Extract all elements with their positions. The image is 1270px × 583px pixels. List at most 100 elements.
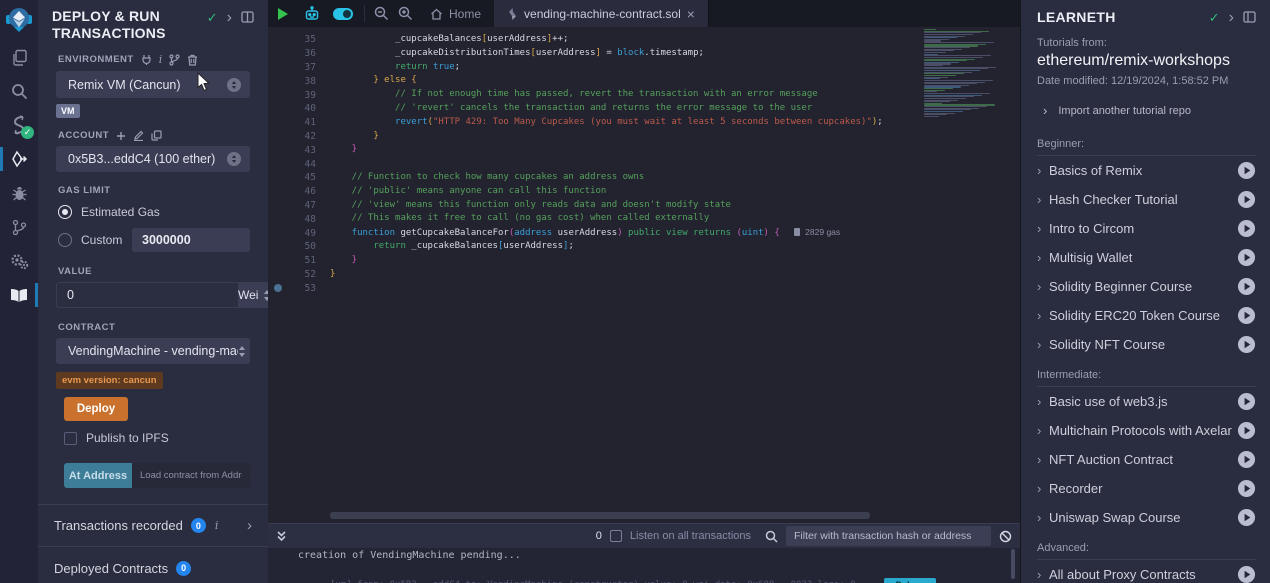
at-address-input[interactable] xyxy=(132,463,250,488)
git-icon[interactable] xyxy=(0,210,38,244)
expand-transactions-icon[interactable] xyxy=(247,517,252,534)
code-line[interactable]: 41 revert("HTTP 429: Too Many Cupcakes (… xyxy=(268,116,883,130)
code-line[interactable]: 38 } else { xyxy=(268,74,883,88)
plug-icon[interactable] xyxy=(141,54,152,65)
tutorial-item[interactable]: ›NFT Auction Contract xyxy=(1037,445,1256,474)
add-account-icon[interactable] xyxy=(116,131,126,141)
play-tutorial-button[interactable] xyxy=(1237,565,1256,583)
play-tutorial-button[interactable] xyxy=(1237,161,1256,180)
transactions-recorded-row[interactable]: Transactions recorded 0 i xyxy=(38,505,268,547)
breakpoint-gutter[interactable] xyxy=(268,130,294,144)
breakpoint-gutter[interactable] xyxy=(268,185,294,199)
breakpoint-gutter[interactable] xyxy=(268,61,294,75)
breakpoint-gutter[interactable] xyxy=(268,88,294,102)
code-line[interactable]: 46 // 'public' means anyone can call thi… xyxy=(268,185,883,199)
code-line[interactable]: 45 // Function to check how many cupcake… xyxy=(268,171,883,185)
code-line[interactable]: 48 // This makes it free to call (no gas… xyxy=(268,212,883,226)
tutorial-item[interactable]: ›Intro to Circom xyxy=(1037,214,1256,243)
play-tutorial-button[interactable] xyxy=(1237,392,1256,411)
debug-button[interactable]: Debug xyxy=(884,578,936,583)
ai-assistant-icon[interactable] xyxy=(298,0,326,27)
learneth-icon[interactable] xyxy=(0,278,38,312)
custom-gas-radio[interactable] xyxy=(58,233,72,247)
settings-icon[interactable] xyxy=(0,244,38,278)
breakpoint-gutter[interactable] xyxy=(268,281,294,295)
copilot-toggle[interactable] xyxy=(326,0,360,27)
breakpoint-gutter[interactable] xyxy=(268,240,294,254)
terminal-filter-input[interactable] xyxy=(786,526,991,546)
play-tutorial-button[interactable] xyxy=(1237,190,1256,209)
code-line[interactable]: 50 return _cupcakeBalances[userAddress]; xyxy=(268,240,883,254)
tutorial-item[interactable]: ›Uniswap Swap Course xyxy=(1037,503,1256,532)
transaction-log-line[interactable]: [vm] from: 0x5B3...eddC4 to: VendingMach… xyxy=(330,578,936,583)
code-line[interactable]: 49 function getCupcakeBalanceFor(address… xyxy=(268,226,883,240)
tab-file[interactable]: vending-machine-contract.sol xyxy=(494,0,709,27)
estimated-gas-radio[interactable] xyxy=(58,205,72,219)
code-line[interactable]: 42 } xyxy=(268,130,883,144)
pin-panel-icon[interactable] xyxy=(1243,11,1256,25)
code-line[interactable]: 53 xyxy=(268,281,883,295)
tutorial-item[interactable]: ›Basics of Remix xyxy=(1037,156,1256,185)
breakpoint-gutter[interactable] xyxy=(268,199,294,213)
import-tutorial-repo[interactable]: Import another tutorial repo xyxy=(1043,103,1256,118)
play-tutorial-button[interactable] xyxy=(1237,508,1256,527)
breakpoint-gutter[interactable] xyxy=(268,254,294,268)
environment-info-icon[interactable]: i xyxy=(159,53,163,66)
remix-logo[interactable] xyxy=(0,0,38,40)
zoom-out-icon[interactable] xyxy=(369,0,393,27)
breakpoint-gutter[interactable] xyxy=(268,33,294,47)
code-line[interactable]: 44 xyxy=(268,157,883,171)
play-tutorial-button[interactable] xyxy=(1237,306,1256,325)
breakpoint-gutter[interactable] xyxy=(268,116,294,130)
tutorial-item[interactable]: ›Solidity ERC20 Token Course xyxy=(1037,301,1256,330)
horizontal-scrollbar[interactable] xyxy=(330,512,870,519)
breakpoint-gutter[interactable] xyxy=(268,157,294,171)
code-line[interactable]: 40 // 'revert' cancels the transaction a… xyxy=(268,102,883,116)
at-address-button[interactable]: At Address xyxy=(64,463,132,488)
play-tutorial-button[interactable] xyxy=(1237,277,1256,296)
tutorial-item[interactable]: ›Multisig Wallet xyxy=(1037,243,1256,272)
editor-minimap[interactable] xyxy=(920,27,1012,117)
tutorial-item[interactable]: ›Solidity NFT Course xyxy=(1037,330,1256,359)
breakpoint-gutter[interactable] xyxy=(268,47,294,61)
contract-select[interactable]: VendingMachine - vending-machin xyxy=(56,338,250,364)
breakpoint-gutter[interactable] xyxy=(268,212,294,226)
code-line[interactable]: 47 // 'view' means this function only re… xyxy=(268,199,883,213)
tutorial-item[interactable]: ›Recorder xyxy=(1037,474,1256,503)
close-tab-icon[interactable] xyxy=(687,6,695,22)
play-tutorial-button[interactable] xyxy=(1237,219,1256,238)
tutorial-item[interactable]: ›Basic use of web3.js xyxy=(1037,387,1256,416)
collapse-panel-icon[interactable] xyxy=(227,11,232,24)
play-tutorial-button[interactable] xyxy=(1237,450,1256,469)
play-tutorial-button[interactable] xyxy=(1237,421,1256,440)
environment-select[interactable]: Remix VM (Cancun) xyxy=(56,71,250,98)
breakpoint-gutter[interactable] xyxy=(268,102,294,116)
expand-terminal-icon[interactable] xyxy=(276,530,287,542)
transactions-info-icon[interactable]: i xyxy=(215,519,219,532)
play-tutorial-button[interactable] xyxy=(1237,335,1256,354)
deployed-contracts-row[interactable]: Deployed Contracts 0 xyxy=(38,547,268,583)
clear-terminal-icon[interactable] xyxy=(999,530,1012,543)
collapse-panel-icon[interactable] xyxy=(1229,11,1234,24)
code-line[interactable]: 36 _cupcakeDistributionTimes[userAddress… xyxy=(268,47,883,61)
play-tutorial-button[interactable] xyxy=(1237,479,1256,498)
fork-state-icon[interactable] xyxy=(169,54,180,66)
file-explorer-icon[interactable] xyxy=(0,40,38,74)
zoom-in-icon[interactable] xyxy=(393,0,417,27)
delete-state-icon[interactable] xyxy=(187,54,198,66)
terminal-log[interactable]: creation of VendingMachine pending... [v… xyxy=(268,548,1020,583)
breakpoint-dot[interactable] xyxy=(274,284,282,292)
tutorial-item[interactable]: ›All about Proxy Contracts xyxy=(1037,560,1256,583)
debugger-icon[interactable] xyxy=(0,176,38,210)
tutorial-item[interactable]: ›Hash Checker Tutorial xyxy=(1037,185,1256,214)
code-line[interactable]: 51 } xyxy=(268,254,883,268)
tab-home[interactable]: Home xyxy=(417,0,494,27)
account-select[interactable]: 0x5B3...eddC4 (100 ether) xyxy=(56,146,250,172)
value-input[interactable] xyxy=(56,282,238,308)
custom-gas-input[interactable] xyxy=(132,228,250,252)
tutorial-item[interactable]: ›Solidity Beginner Course xyxy=(1037,272,1256,301)
breakpoint-gutter[interactable] xyxy=(268,268,294,282)
code-line[interactable]: 35 _cupcakeBalances[userAddress]++; xyxy=(268,33,883,47)
play-tutorial-button[interactable] xyxy=(1237,248,1256,267)
value-unit-select[interactable]: Wei xyxy=(238,282,271,308)
